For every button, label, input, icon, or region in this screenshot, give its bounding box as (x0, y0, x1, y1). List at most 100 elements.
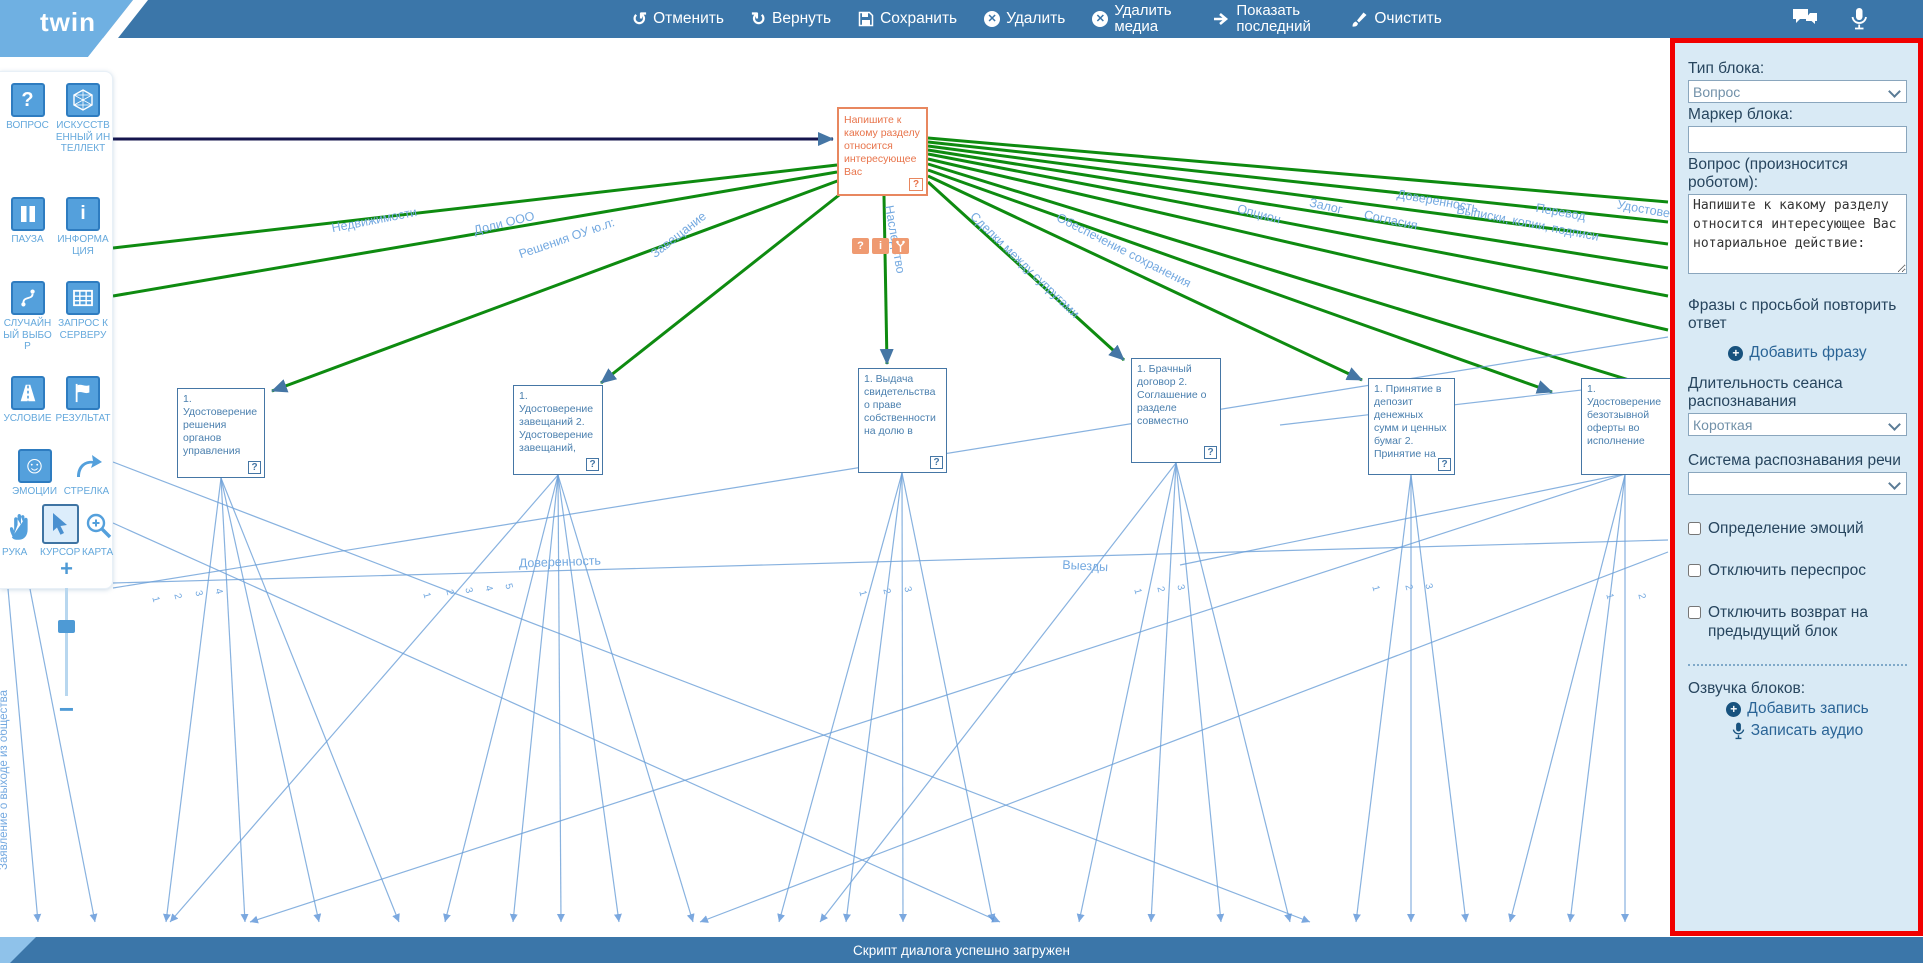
flow-node[interactable]: 1. Принятие в депозит денежных сумм и це… (1368, 378, 1455, 475)
flow-canvas[interactable]: НедвижимостиДоли ОООРешения ОУ ю.л:Завещ… (0, 38, 1923, 937)
emotions-checkbox[interactable] (1688, 522, 1701, 535)
clear-icon (1351, 11, 1368, 28)
question-label: Вопрос (произносится роботом): (1688, 156, 1907, 192)
flow-edge (1356, 475, 1411, 922)
save-button[interactable]: Сохранить (858, 10, 957, 28)
record-mic-icon (1732, 722, 1745, 740)
cursor-icon (42, 504, 79, 544)
flow-edge (1411, 475, 1466, 922)
app-logo[interactable]: twin (40, 7, 96, 38)
microphone-icon[interactable] (1850, 7, 1868, 31)
mode-map[interactable] (82, 509, 116, 543)
mode-cursor[interactable] (41, 504, 79, 544)
delete-button[interactable]: ✕ Удалить (984, 10, 1065, 28)
random-choice-icon (11, 281, 45, 315)
node-question-badge[interactable]: ? (909, 178, 923, 191)
tool-ai[interactable]: ИСКУССТВЕННЫЙ ИНТЕЛЛЕКТ (54, 83, 112, 155)
mode-hand[interactable] (2, 509, 40, 543)
flow-node[interactable]: 1. Удостоверение завещаний 2. Удостовере… (513, 385, 603, 475)
flow-edge (928, 138, 1668, 202)
undo-button[interactable]: ↺ Отменить (632, 10, 724, 28)
flow-edge (1510, 475, 1625, 922)
add-record-button[interactable]: + Добавить запись (1688, 700, 1907, 718)
flow-edge (1176, 463, 1290, 922)
flow-edge (221, 478, 399, 922)
node-question-badge[interactable]: ? (930, 456, 943, 469)
block-type-select[interactable]: Вопрос (1688, 80, 1907, 103)
flow-node[interactable]: 1. Удостоверение решения органов управле… (177, 388, 265, 478)
node-question-badge[interactable]: ? (248, 461, 261, 474)
flow-node[interactable]: 1. Брачный договор 2. Соглашение о разде… (1131, 358, 1221, 463)
chat-icon[interactable] (1792, 7, 1818, 29)
session-duration-label: Длительность сеанса распознавания (1688, 375, 1907, 411)
clear-button[interactable]: Очистить (1351, 10, 1441, 28)
node-info-button[interactable]: i (872, 238, 889, 254)
node-text: 1. Брачный договор 2. Соглашение о разде… (1137, 363, 1207, 427)
flow-node[interactable]: 1. Удостоверение безотзывной оферты во и… (1581, 378, 1671, 475)
flow-node[interactable]: 1. Выдача свидетельства о праве собствен… (858, 368, 947, 473)
tool-random[interactable]: СЛУЧАЙНЫЙ ВЫБОР (1, 281, 54, 353)
show-last-icon (1213, 12, 1230, 26)
node-question-badge[interactable]: ? (1204, 446, 1217, 459)
record-audio-label: Записать аудио (1751, 722, 1864, 740)
add-record-label: Добавить запись (1747, 700, 1868, 718)
tool-pause[interactable]: ПАУЗА (1, 197, 54, 246)
delete-media-label: Удалить медиа (1114, 3, 1186, 35)
zoom-slider-track[interactable] (65, 588, 68, 696)
edge-label: 3 (901, 585, 913, 594)
show-last-button[interactable]: Показать последний (1213, 3, 1324, 35)
no-reask-checkbox[interactable] (1688, 564, 1701, 577)
undo-icon: ↺ (632, 10, 647, 28)
undo-label: Отменить (653, 10, 724, 28)
branch-icon (895, 240, 906, 253)
flow-edge (601, 188, 848, 383)
delete-media-button[interactable]: ✕ Удалить медиа (1092, 3, 1186, 35)
tool-question[interactable]: ? ВОПРОС (1, 83, 54, 132)
no-return-checkbox[interactable] (1688, 606, 1701, 619)
asr-system-select[interactable] (1688, 472, 1907, 495)
edge-label: 3 (192, 589, 204, 598)
block-properties-panel: Тип блока: Вопрос Маркер блока: Вопрос (… (1670, 38, 1923, 936)
flow-edge (1180, 465, 1668, 565)
plus-icon: + (1728, 346, 1743, 361)
flow-edge (221, 478, 319, 922)
tool-emotions[interactable]: ☺ ЭМОЦИИ (8, 449, 61, 498)
server-request-icon (66, 281, 100, 315)
mode-hand-label: РУКА (2, 547, 40, 559)
edge-label: 1 (149, 595, 161, 604)
root-flow-node[interactable]: Напишите к какому разделу относится инте… (837, 107, 928, 196)
flow-edge (166, 478, 221, 922)
question-textarea[interactable]: Напишите к какому разделу относится инте… (1688, 194, 1907, 274)
tool-result[interactable]: РЕЗУЛЬТАТ (54, 376, 112, 425)
add-phrase-button[interactable]: + Добавить фразу (1688, 344, 1907, 362)
tool-arrow-label: СТРЕЛКА (60, 486, 113, 498)
tool-arrow[interactable]: СТРЕЛКА (60, 449, 113, 498)
flow-edge (445, 475, 558, 922)
edge-label: 1 (1131, 587, 1143, 596)
question-icon: ? (11, 83, 45, 117)
node-question-button[interactable]: ? (852, 238, 869, 254)
edge-label: Завещание (648, 209, 709, 261)
flow-edge (558, 475, 561, 922)
hand-icon (4, 509, 38, 543)
flow-edge (30, 589, 95, 922)
tool-result-label: РЕЗУЛЬТАТ (54, 413, 112, 425)
node-question-badge[interactable]: ? (586, 458, 599, 471)
node-question-badge[interactable]: ? (1438, 458, 1451, 471)
no-reask-checkbox-label: Отключить переспрос (1708, 561, 1866, 580)
block-marker-input[interactable] (1688, 126, 1907, 153)
root-node-actions: ? i (852, 238, 909, 254)
save-icon (858, 11, 874, 27)
zoom-in-button[interactable]: + (58, 556, 75, 582)
record-audio-button[interactable]: Записать аудио (1688, 722, 1907, 740)
zoom-out-button[interactable]: − (58, 694, 75, 725)
node-branch-button[interactable] (892, 238, 909, 254)
status-bar: Скрипт диалога успешно загружен (0, 937, 1923, 963)
edge-label: 4 (482, 584, 494, 593)
tool-condition[interactable]: УСЛОВИЕ (1, 376, 54, 425)
redo-button[interactable]: ↻ Вернуть (751, 10, 831, 28)
session-duration-select[interactable]: Короткая (1688, 413, 1907, 436)
tool-server[interactable]: ЗАПРОС К СЕРВЕРУ (54, 281, 112, 341)
zoom-slider-handle[interactable] (58, 620, 75, 633)
tool-info[interactable]: i ИНФОРМАЦИЯ (54, 197, 112, 257)
